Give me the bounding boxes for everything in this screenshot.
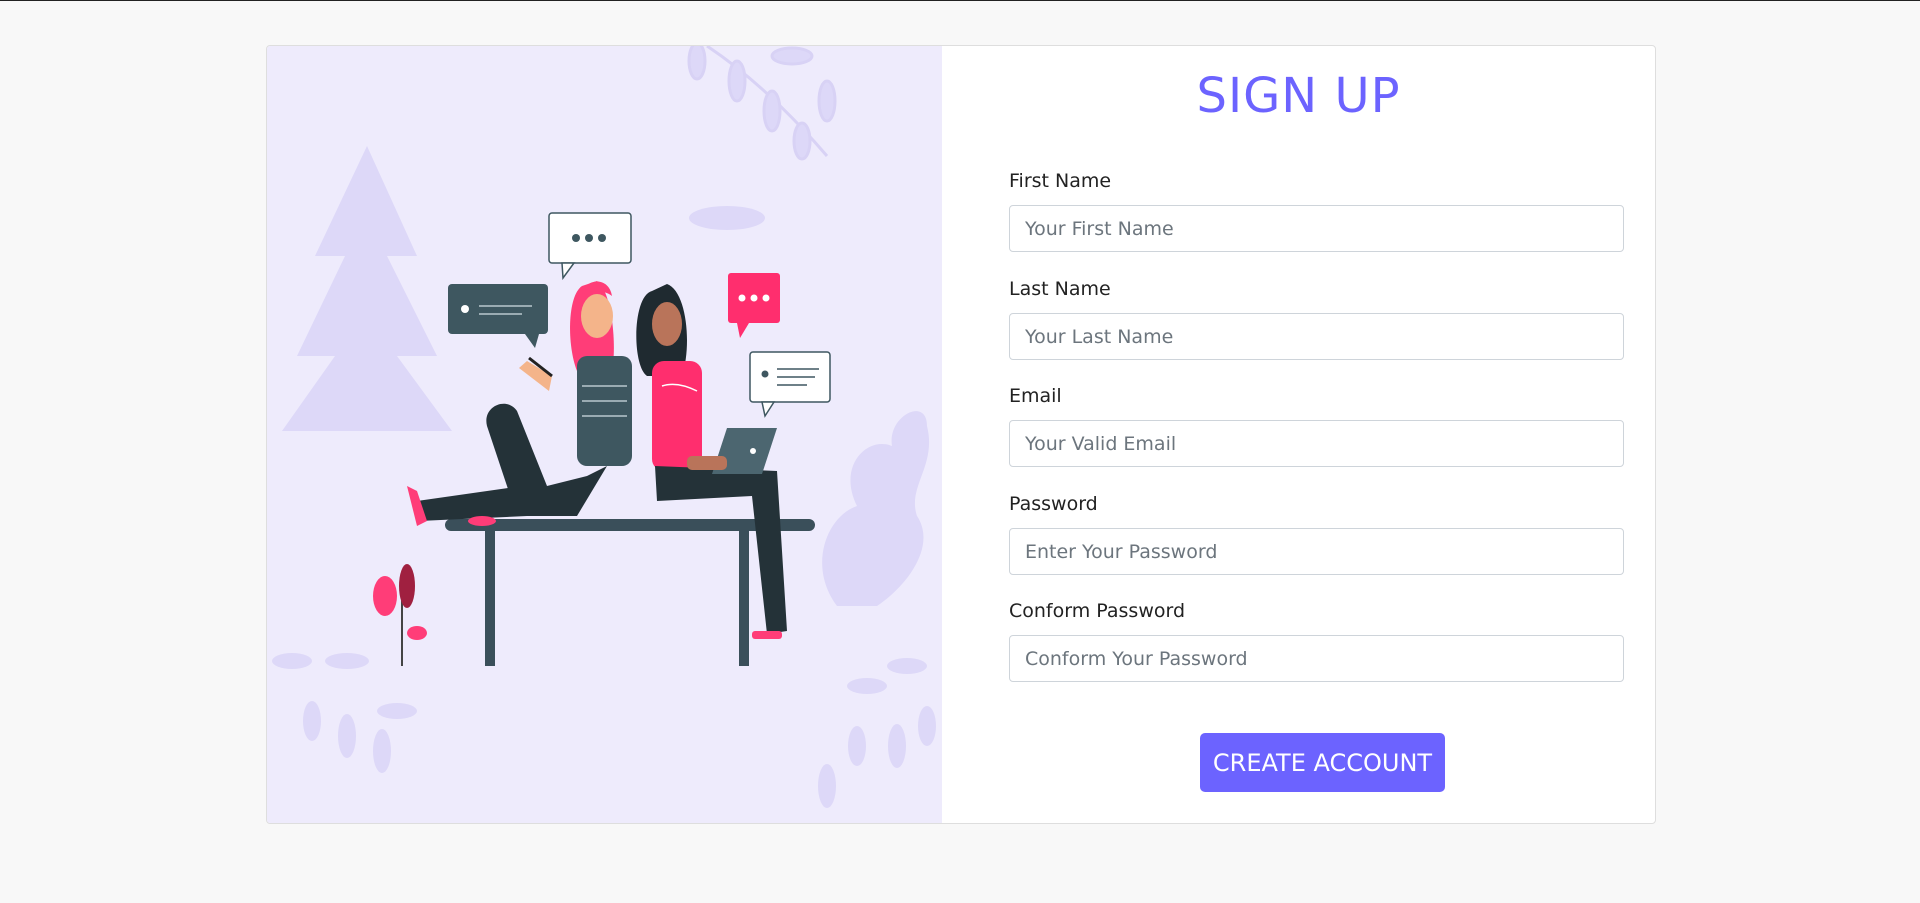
- signup-card: SIGN UP First Name Last Name Email Passw…: [266, 45, 1656, 824]
- confirm-password-group: Conform Password: [1009, 600, 1624, 682]
- bush-decoration: [822, 411, 930, 606]
- signup-form-panel: SIGN UP First Name Last Name Email Passw…: [942, 46, 1655, 823]
- first-name-label: First Name: [1009, 170, 1112, 192]
- speech-bubble-left: [448, 284, 548, 348]
- password-group: Password: [1009, 493, 1624, 575]
- leaf-branch-bottom-left: [272, 653, 417, 773]
- illustration-panel: [267, 46, 942, 823]
- email-input[interactable]: [1009, 420, 1624, 467]
- leaf-branch-top: [687, 46, 837, 161]
- leaf-branch-bottom-right: [818, 658, 936, 808]
- last-name-group: Last Name: [1009, 278, 1624, 360]
- confirm-password-input[interactable]: [1009, 635, 1624, 682]
- window-top-border: [0, 0, 1920, 1]
- email-group: Email: [1009, 385, 1624, 467]
- plant-decoration: [373, 564, 427, 666]
- cloud-decoration: [689, 206, 765, 230]
- page-title: SIGN UP: [1196, 68, 1401, 124]
- speech-bubble-top: [548, 212, 632, 281]
- tree-decoration: [282, 146, 452, 431]
- email-label: Email: [1009, 385, 1062, 407]
- last-name-label: Last Name: [1009, 278, 1111, 300]
- last-name-input[interactable]: [1009, 313, 1624, 360]
- people-chatting-illustration: [272, 46, 936, 808]
- password-label: Password: [1009, 493, 1098, 515]
- create-account-button[interactable]: CREATE ACCOUNT: [1200, 733, 1445, 792]
- person-right: [636, 284, 787, 639]
- speech-bubble-right: [749, 351, 831, 418]
- speech-bubble-pink: [728, 273, 780, 338]
- first-name-group: First Name: [1009, 170, 1624, 252]
- password-input[interactable]: [1009, 528, 1624, 575]
- first-name-input[interactable]: [1009, 205, 1624, 252]
- confirm-password-label: Conform Password: [1009, 600, 1186, 622]
